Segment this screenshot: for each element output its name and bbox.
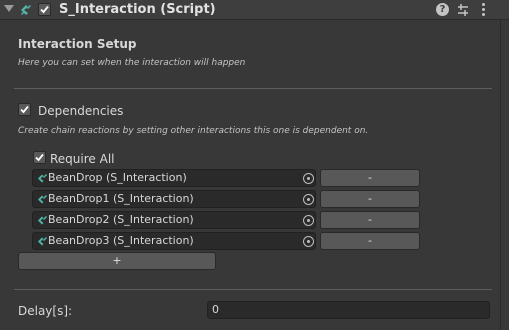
inspector-panel: S_Interaction (Script) ? Interaction Set… <box>0 0 509 330</box>
object-picker-icon[interactable] <box>303 215 314 226</box>
help-icon[interactable]: ? <box>436 3 449 16</box>
checkmark-icon <box>35 153 44 162</box>
checkmark-icon <box>20 105 29 114</box>
remove-dependency-button[interactable]: - <box>320 190 420 208</box>
panel-edge <box>500 20 501 330</box>
dependency-object-field[interactable]: BeanDrop2 (S_Interaction) <box>32 211 316 229</box>
remove-dependency-button[interactable]: - <box>320 211 420 229</box>
add-dependency-button[interactable]: + <box>18 252 216 270</box>
section-title: Interaction Setup <box>18 37 137 51</box>
section-subtitle: Here you can set when the interaction wi… <box>18 58 246 68</box>
dependency-row: BeanDrop1 (S_Interaction) - <box>32 190 420 208</box>
presets-icon[interactable] <box>456 3 470 17</box>
dependency-object-name: BeanDrop1 (S_Interaction) <box>48 192 194 205</box>
require-all-checkbox[interactable] <box>33 151 46 164</box>
component-header[interactable]: S_Interaction (Script) ? <box>0 0 509 20</box>
dependencies-label: Dependencies <box>38 104 124 118</box>
dependency-row: BeanDrop2 (S_Interaction) - <box>32 211 420 229</box>
component-enabled-checkbox[interactable] <box>38 3 51 16</box>
script-icon <box>21 5 31 15</box>
dependency-row: BeanDrop (S_Interaction) - <box>32 169 420 187</box>
delay-label: Delay[s]: <box>18 304 73 318</box>
dependency-object-name: BeanDrop3 (S_Interaction) <box>48 234 194 247</box>
dependency-object-name: BeanDrop (S_Interaction) <box>48 171 187 184</box>
component-title: S_Interaction (Script) <box>59 2 216 17</box>
require-all-label: Require All <box>50 152 115 166</box>
object-picker-icon[interactable] <box>303 194 314 205</box>
remove-dependency-button[interactable]: - <box>320 232 420 250</box>
divider <box>14 289 492 290</box>
dependency-object-field[interactable]: BeanDrop3 (S_Interaction) <box>32 232 316 250</box>
dependency-object-name: BeanDrop2 (S_Interaction) <box>48 213 194 226</box>
dependency-object-field[interactable]: BeanDrop1 (S_Interaction) <box>32 190 316 208</box>
remove-dependency-button[interactable]: - <box>320 169 420 187</box>
menu-icon[interactable] <box>480 2 486 18</box>
dependency-object-field[interactable]: BeanDrop (S_Interaction) <box>32 169 316 187</box>
foldout-arrow-icon[interactable] <box>4 5 14 12</box>
object-picker-icon[interactable] <box>303 173 314 184</box>
divider <box>14 88 492 89</box>
dependency-row: BeanDrop3 (S_Interaction) - <box>32 232 420 250</box>
delay-input[interactable]: 0 <box>207 301 490 319</box>
dependencies-subtitle: Create chain reactions by setting other … <box>18 126 369 136</box>
dependencies-checkbox[interactable] <box>18 103 31 116</box>
object-picker-icon[interactable] <box>303 236 314 247</box>
checkmark-icon <box>40 5 49 14</box>
